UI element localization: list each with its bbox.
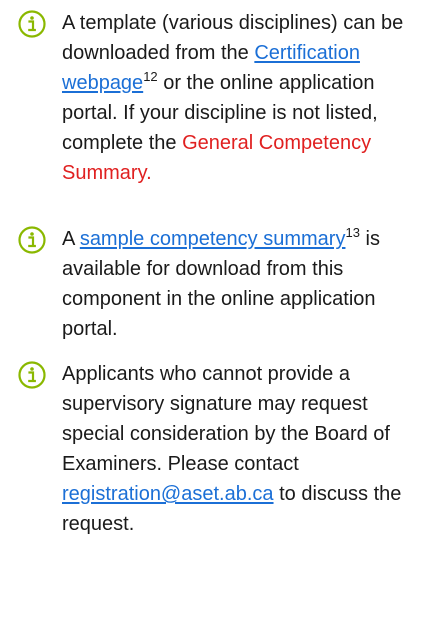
registration-email-link[interactable]: registration@aset.ab.ca: [62, 483, 274, 505]
note-text-part: A: [62, 228, 75, 250]
note-template-download: A template (various disciplines) can be …: [18, 8, 418, 188]
note-text: A sample competency summary13 is availab…: [62, 224, 407, 344]
note-text: A template (various disciplines) can be …: [62, 8, 407, 188]
note-text: Applicants who cannot provide a supervis…: [62, 359, 407, 539]
note-sample-summary: A sample competency summary13 is availab…: [18, 224, 418, 344]
footnote-marker: 13: [345, 225, 360, 240]
note-text-part: Applicants who cannot provide a supervis…: [62, 363, 390, 475]
note-supervisory-signature: Applicants who cannot provide a supervis…: [18, 359, 418, 539]
info-circle-icon: [18, 10, 46, 38]
info-circle-icon: [18, 226, 46, 254]
notes-list: A template (various disciplines) can be …: [0, 0, 431, 617]
footnote-marker: 12: [143, 69, 158, 84]
sample-competency-summary-link[interactable]: sample competency summary: [80, 228, 346, 250]
info-circle-icon: [18, 361, 46, 389]
